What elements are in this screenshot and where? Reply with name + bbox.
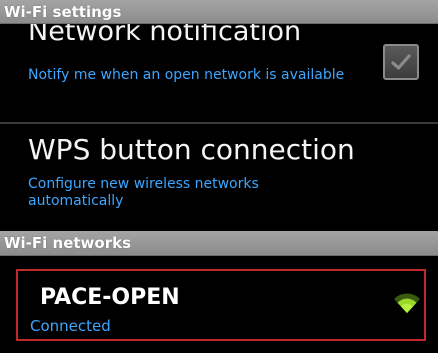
checkmark-icon [391, 54, 411, 70]
divider [0, 122, 438, 124]
network-status: Connected [30, 317, 111, 335]
wps-title: WPS button connection [28, 133, 355, 166]
network-notification-checkbox[interactable] [383, 44, 419, 80]
wifi-settings-header-bar: Wi-Fi settings [0, 0, 438, 24]
network-ssid: PACE-OPEN [40, 285, 180, 310]
wifi-networks-header: Wi-Fi networks [0, 231, 438, 256]
wps-summary: Configure new wireless networks automati… [28, 176, 259, 209]
network-item-pace-open[interactable]: PACE-OPEN Connected [16, 269, 426, 341]
wifi-signal-icon [393, 291, 421, 319]
network-notification-summary: Notify me when an open network is availa… [28, 67, 345, 83]
